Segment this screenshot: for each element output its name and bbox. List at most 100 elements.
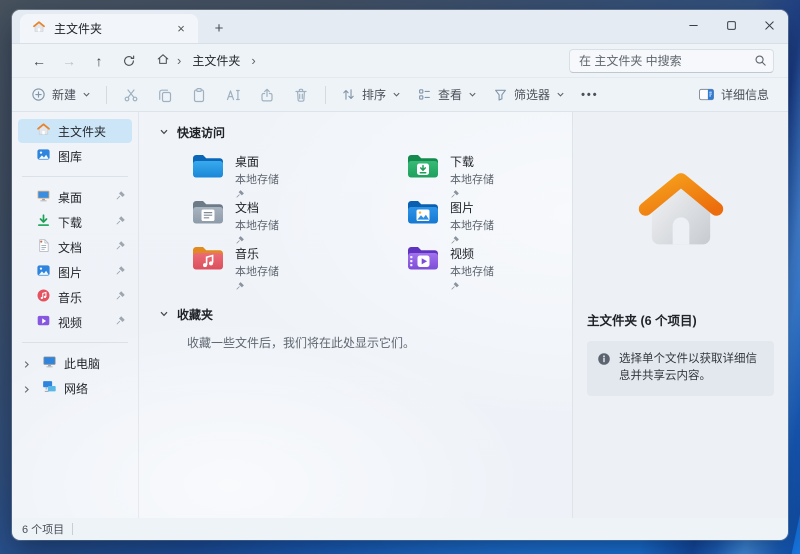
quick-access-tile-videos[interactable]: 视频 本地存储 — [402, 242, 572, 288]
chevron-down-icon — [82, 90, 91, 99]
sidebar-item-desktop[interactable]: 桌面 — [18, 185, 132, 209]
download-icon — [36, 213, 51, 231]
paste-button[interactable] — [183, 81, 215, 109]
sidebar-item-pictures[interactable]: 图片 — [18, 260, 132, 284]
filter-button[interactable]: 筛选器 — [486, 81, 572, 109]
copy-button[interactable] — [149, 81, 181, 109]
network-icon — [42, 379, 57, 397]
pin-icon — [450, 280, 494, 294]
document-icon — [36, 238, 51, 256]
sort-button[interactable]: 排序 — [334, 81, 408, 109]
tile-name: 桌面 — [235, 153, 279, 170]
copy-icon — [157, 87, 173, 103]
sidebar-item-label: 音乐 — [58, 289, 108, 306]
rename-button[interactable] — [217, 81, 249, 109]
quick-access-tile-downloads[interactable]: 下载 本地存储 — [402, 150, 572, 196]
status-divider — [72, 523, 73, 535]
sidebar-separator — [22, 342, 128, 343]
delete-button[interactable] — [285, 81, 317, 109]
details-pane-button[interactable]: 详细信息 — [691, 81, 776, 109]
explorer-body: 主文件夹 图库 桌面 — [12, 112, 788, 518]
chevron-down-icon — [159, 309, 169, 319]
details-panel-icon — [698, 87, 715, 102]
tile-subtitle: 本地存储 — [450, 217, 494, 233]
forward-button[interactable]: → — [56, 48, 82, 74]
quick-access-grid: 桌面 本地存储 — [187, 150, 572, 288]
tile-subtitle: 本地存储 — [235, 171, 279, 187]
more-dots-icon: ••• — [581, 89, 599, 101]
sidebar-item-documents[interactable]: 文档 — [18, 235, 132, 259]
sidebar-item-label: 此电脑 — [64, 355, 126, 372]
details-info-box: 选择单个文件以获取详细信息并共享云内容。 — [587, 341, 774, 396]
sidebar-item-music[interactable]: 音乐 — [18, 285, 132, 309]
window-controls — [674, 10, 788, 40]
chevron-right-icon[interactable] — [22, 358, 31, 372]
share-button[interactable] — [251, 81, 283, 109]
sidebar-item-label: 图片 — [58, 264, 108, 281]
sidebar-item-label: 文档 — [58, 239, 108, 256]
pictures-icon — [36, 263, 51, 281]
sidebar-item-videos[interactable]: 视频 — [18, 310, 132, 334]
cut-button[interactable] — [115, 81, 147, 109]
tab-close-icon[interactable]: × — [172, 20, 190, 38]
minimize-button[interactable] — [674, 10, 712, 40]
sidebar-item-label: 网络 — [64, 380, 126, 397]
content-area: 快速访问 桌面 本地存储 — [139, 112, 572, 518]
pin-icon — [115, 240, 126, 254]
search-input[interactable] — [569, 49, 774, 73]
chevron-down-icon — [392, 90, 401, 99]
tile-name: 图片 — [450, 199, 494, 216]
view-button[interactable]: 查看 — [410, 81, 484, 109]
sidebar-item-label: 下载 — [58, 214, 108, 231]
home-icon — [32, 20, 46, 37]
back-button[interactable]: ← — [26, 48, 52, 74]
tile-subtitle: 本地存储 — [450, 263, 494, 279]
explorer-tab-home[interactable]: 主文件夹 × — [20, 14, 198, 43]
command-toolbar: 新建 排序 — [12, 78, 788, 112]
home-hero-icon — [631, 165, 731, 253]
sidebar-item-downloads[interactable]: 下载 — [18, 210, 132, 234]
quick-access-tile-pictures[interactable]: 图片 本地存储 — [402, 196, 572, 242]
sidebar-item-network[interactable]: 网络 — [18, 376, 132, 400]
favorites-header[interactable]: 收藏夹 — [159, 302, 572, 326]
quick-access-tile-documents[interactable]: 文档 本地存储 — [187, 196, 402, 242]
sidebar-separator — [22, 176, 128, 177]
sidebar-item-label: 主文件夹 — [58, 123, 126, 140]
quick-access-tile-desktop[interactable]: 桌面 本地存储 — [187, 150, 402, 196]
breadcrumb-chevron-icon[interactable]: › — [251, 53, 255, 68]
quick-access-header[interactable]: 快速访问 — [159, 120, 572, 144]
downloads-folder-icon — [406, 152, 440, 180]
new-button[interactable]: 新建 — [24, 81, 98, 109]
favorites-empty-text: 收藏一些文件后，我们将在此处显示它们。 — [187, 334, 572, 351]
chevron-right-icon[interactable] — [22, 383, 31, 397]
maximize-button[interactable] — [712, 10, 750, 40]
breadcrumb-chevron-icon: › — [177, 53, 181, 68]
view-layout-icon — [417, 87, 432, 102]
tile-subtitle: 本地存储 — [235, 263, 279, 279]
item-count: 6 个项目 — [22, 521, 64, 537]
desktop-icon — [36, 188, 51, 206]
navigation-sidebar: 主文件夹 图库 桌面 — [12, 112, 139, 518]
refresh-button[interactable] — [116, 48, 142, 74]
sidebar-item-home[interactable]: 主文件夹 — [18, 119, 132, 143]
clipboard-icon — [191, 87, 207, 103]
up-button[interactable]: ↑ — [86, 48, 112, 74]
pin-icon — [115, 215, 126, 229]
trash-icon — [293, 87, 309, 103]
new-button-label: 新建 — [52, 86, 76, 103]
new-tab-button[interactable]: + — [206, 15, 232, 41]
sidebar-item-gallery[interactable]: 图库 — [18, 144, 132, 168]
desktop-wallpaper: 主文件夹 × + ← → ↑ — [0, 0, 800, 554]
view-button-label: 查看 — [438, 86, 462, 103]
more-options-button[interactable]: ••• — [574, 81, 606, 109]
desktop-folder-icon — [191, 152, 225, 180]
chevron-down-icon — [468, 90, 477, 99]
breadcrumb-item-home[interactable]: 主文件夹 — [188, 50, 244, 71]
toolbar-divider — [325, 86, 326, 104]
status-bar: 6 个项目 — [12, 518, 788, 540]
section-title: 快速访问 — [177, 124, 225, 141]
breadcrumb-home-icon[interactable] — [156, 52, 170, 69]
close-button[interactable] — [750, 10, 788, 40]
sidebar-item-this-pc[interactable]: 此电脑 — [18, 351, 132, 375]
quick-access-tile-music[interactable]: 音乐 本地存储 — [187, 242, 402, 288]
